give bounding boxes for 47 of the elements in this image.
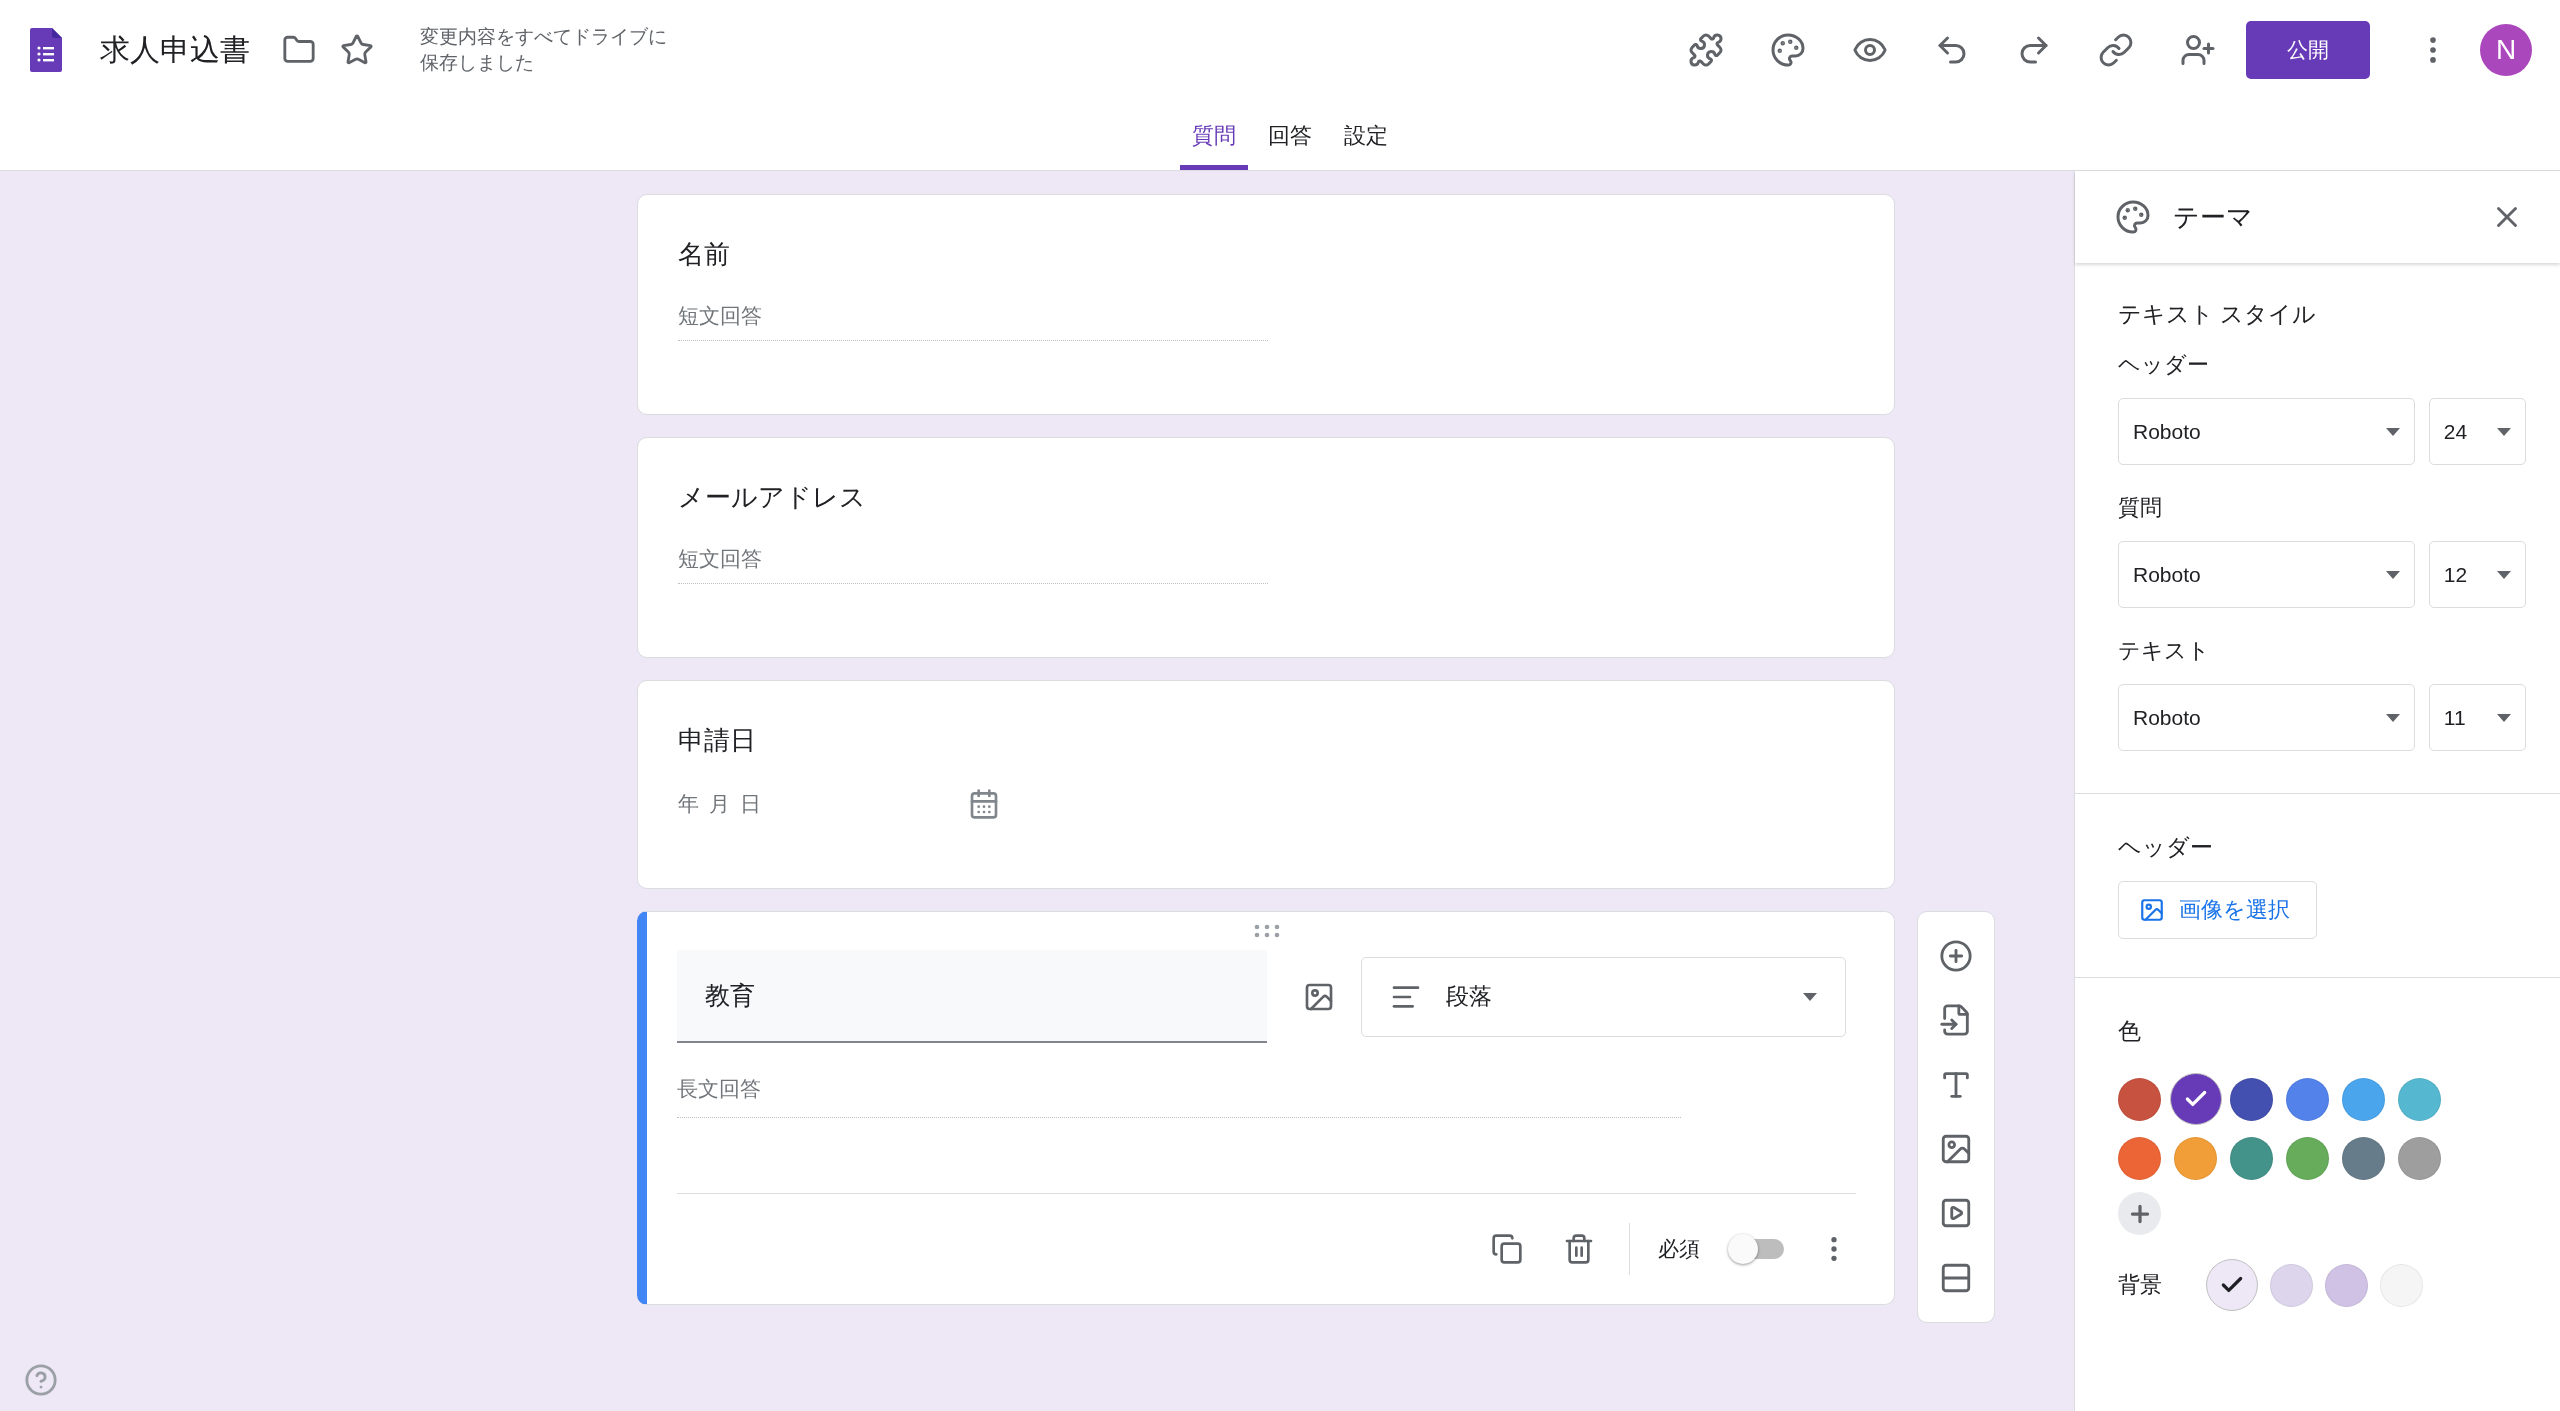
choose-image-button[interactable]: 画像を選択 [2118, 881, 2317, 939]
long-answer-hint: 長文回答 [677, 1043, 1681, 1118]
form-title: 求人申込書 [100, 31, 250, 68]
tab[interactable]: 質問 [1180, 100, 1248, 170]
font-select[interactable]: Roboto [2118, 684, 2415, 751]
background-swatch[interactable] [2206, 1259, 2258, 1311]
caret-icon [2385, 570, 2400, 579]
font-select[interactable]: Roboto [2118, 398, 2415, 465]
short-answer-hint: 短文回答 [678, 302, 1268, 341]
color-swatch[interactable] [2169, 1073, 2222, 1125]
short-answer-hint: 短文回答 [678, 545, 1268, 584]
save-status: 変更内容をすべてドライブに保存しました [420, 25, 668, 75]
caret-icon [2497, 570, 2511, 579]
calendar-icon [968, 788, 1000, 820]
add-color-button[interactable] [2118, 1192, 2161, 1235]
avatar[interactable]: N [2480, 24, 2532, 76]
date-hint: 年 月 日 [678, 791, 764, 817]
caret-icon [2497, 427, 2511, 436]
required-toggle[interactable] [1728, 1235, 1784, 1263]
size-select[interactable]: 12 [2428, 541, 2526, 608]
question-title: 名前 [678, 238, 731, 271]
question-type-select[interactable]: 段落 [1361, 956, 1846, 1037]
caret-icon [2497, 713, 2511, 722]
font-select[interactable]: Roboto [2118, 541, 2415, 608]
tab[interactable]: 設定 [1332, 100, 1400, 170]
palette-icon [2115, 199, 2151, 235]
publish-button[interactable]: 公開 [2246, 21, 2370, 79]
size-select[interactable]: 24 [2428, 398, 2526, 465]
caret-icon [2385, 427, 2400, 436]
background-label: 背景 [2118, 1271, 2163, 1299]
caret-icon [1803, 992, 1817, 1001]
section-heading: ヘッダー [2118, 833, 2214, 862]
field-label: 質問 [2118, 494, 2163, 522]
drag-handle-icon[interactable] [1253, 924, 1280, 938]
field-label: ヘッダー [2118, 351, 2210, 379]
image-icon [2139, 897, 2165, 923]
question-title: 申請日 [678, 724, 757, 757]
required-label: 必須 [1658, 1236, 1700, 1262]
size-select[interactable]: 11 [2428, 684, 2526, 751]
section-heading: 色 [2118, 1017, 2142, 1046]
question-title-field[interactable]: 教育 [677, 950, 1267, 1043]
field-label: テキスト [2118, 637, 2211, 665]
section-heading: テキスト スタイル [2118, 300, 2318, 329]
question-title: メールアドレス [678, 481, 867, 514]
panel-title: テーマ [2173, 200, 2254, 234]
caret-icon [2385, 713, 2400, 722]
tab[interactable]: 回答 [1256, 100, 1324, 170]
